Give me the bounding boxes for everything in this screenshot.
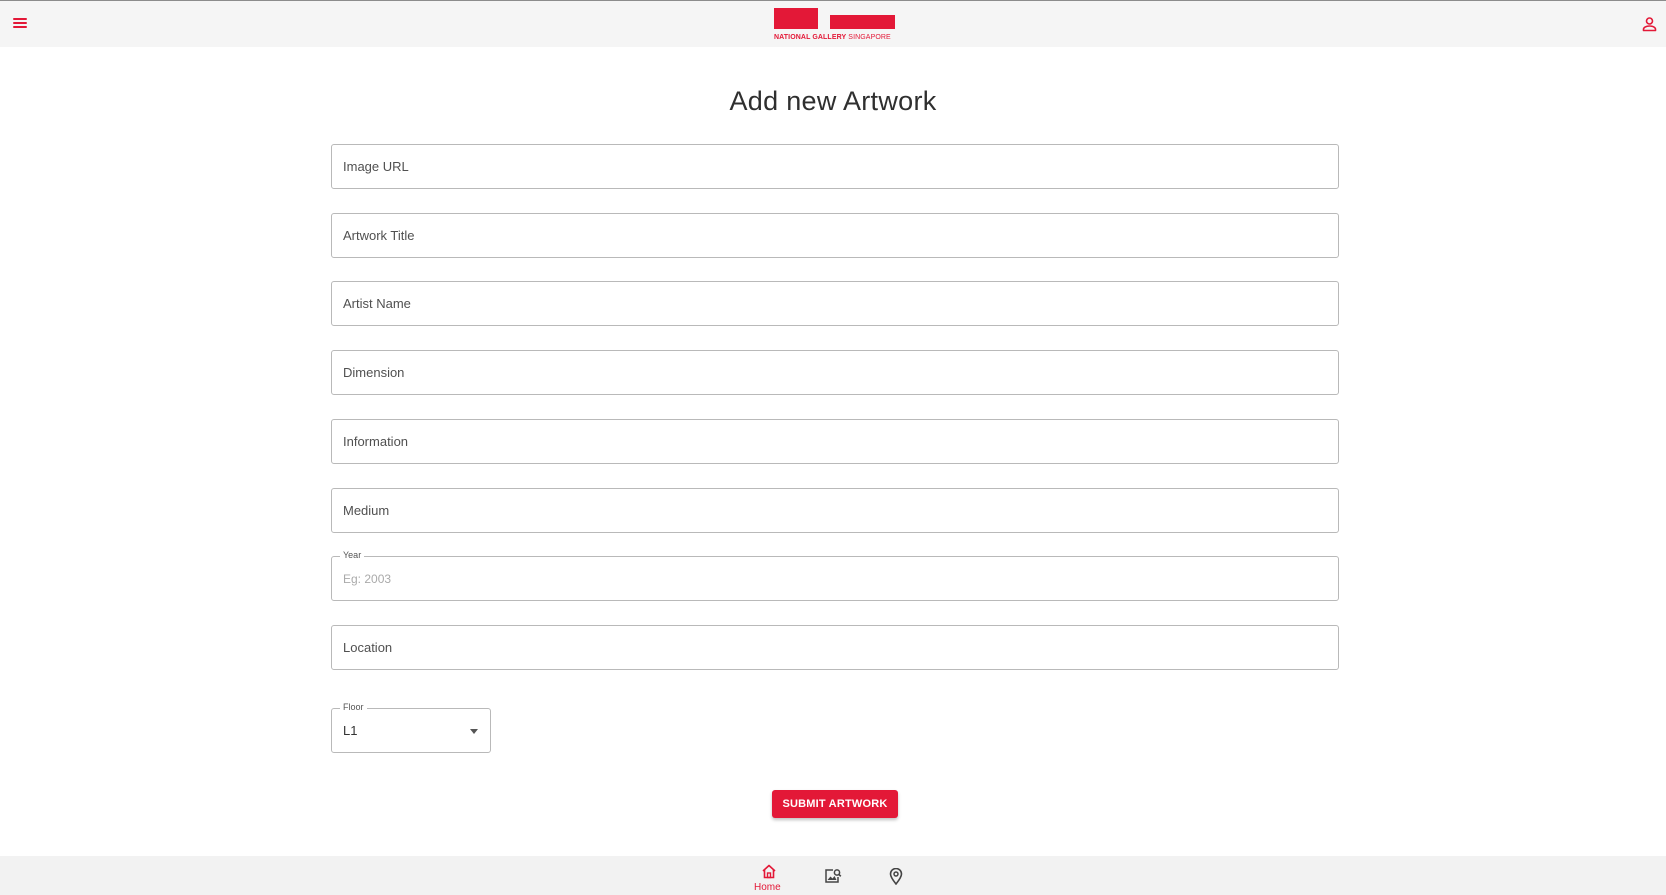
floor-label: Floor [340, 702, 367, 712]
floor-selected-value: L1 [343, 723, 358, 738]
image-url-label: Image URL [343, 159, 409, 174]
user-account-icon[interactable] [1641, 16, 1658, 33]
gallery-search-icon [825, 869, 842, 883]
artwork-title-field[interactable]: Artwork Title [331, 213, 1339, 258]
year-label: Year [340, 550, 365, 560]
add-artwork-page: NATIONAL GALLERY SINGAPORE Add new Artwo… [0, 0, 1666, 895]
submit-artwork-button[interactable]: SUBMIT ARTWORK [772, 790, 898, 818]
artwork-title-label: Artwork Title [343, 228, 415, 243]
logo-block-right [830, 15, 895, 29]
logo-text: NATIONAL GALLERY SINGAPORE [774, 34, 891, 41]
information-label: Information [343, 434, 409, 449]
year-placeholder: Eg: 2003 [343, 572, 392, 586]
page-title: Add new Artwork [729, 86, 937, 116]
medium-field[interactable]: Medium [331, 488, 1339, 533]
dimension-field[interactable]: Dimension [331, 350, 1339, 395]
chevron-down-icon [470, 729, 478, 734]
national-gallery-logo[interactable]: NATIONAL GALLERY SINGAPORE [773, 8, 897, 44]
dimension-label: Dimension [343, 365, 405, 380]
bottom-navigation: Home [0, 856, 1666, 895]
location-field[interactable]: Location [331, 625, 1339, 670]
floor-select[interactable]: Floor L1 [331, 702, 491, 753]
image-url-field[interactable]: Image URL [331, 144, 1339, 189]
information-field[interactable]: Information [331, 419, 1339, 464]
location-label: Location [343, 640, 393, 655]
home-icon [762, 864, 776, 879]
artist-name-field[interactable]: Artist Name [331, 281, 1339, 326]
nav-home-label: Home [754, 882, 781, 893]
year-field[interactable]: Year Eg: 2003 [331, 550, 1339, 601]
nav-gallery[interactable] [822, 856, 844, 895]
hamburger-menu-icon[interactable] [11, 16, 29, 32]
map-pin-icon [889, 868, 903, 885]
medium-label: Medium [343, 503, 390, 518]
artist-name-label: Artist Name [343, 296, 411, 311]
logo-block-left [774, 8, 818, 29]
nav-map[interactable] [886, 856, 908, 895]
top-app-bar: NATIONAL GALLERY SINGAPORE [0, 0, 1666, 47]
